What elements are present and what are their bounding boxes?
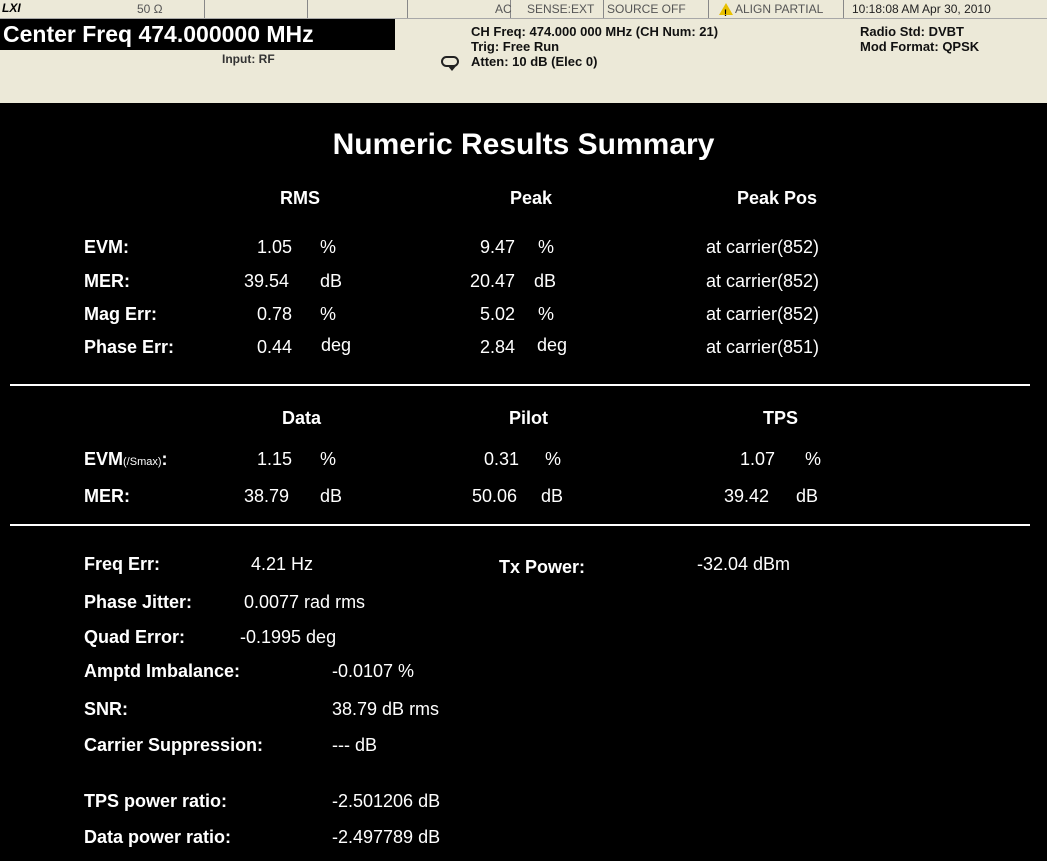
row-label-mer2: MER: xyxy=(84,486,130,506)
col-header-peak: Peak xyxy=(510,188,553,208)
evm-peak-pos: at carrier(852) xyxy=(706,237,820,257)
row-label-mag-err: Mag Err: xyxy=(84,304,158,324)
evm-rms: 1.05 xyxy=(257,237,293,257)
mer-peak: 20.47 xyxy=(470,271,516,291)
data-power-ratio-value: -2.497789 dB xyxy=(332,827,441,847)
mer-peak-unit: dB xyxy=(534,271,557,291)
tps-power-ratio-value: -2.501206 dB xyxy=(332,791,441,811)
divider xyxy=(10,384,1030,386)
evm-rms-unit: % xyxy=(320,237,337,257)
mer-peak-pos: at carrier(852) xyxy=(706,271,820,291)
evm-tps: 1.07 xyxy=(740,449,776,469)
mer-rms-unit: dB xyxy=(320,271,343,291)
ch-freq: CH Freq: 474.000 000 MHz (CH Num: 21) xyxy=(471,24,719,39)
quad-error-label: Quad Error: xyxy=(84,627,186,647)
snr-label: SNR: xyxy=(84,699,128,719)
freq-err-label: Freq Err: xyxy=(84,554,161,574)
tx-power-value: -32.04 dBm xyxy=(697,554,791,574)
evm-pilot: 0.31 xyxy=(484,449,520,469)
divider xyxy=(10,524,1030,526)
data-power-ratio-label: Data power ratio: xyxy=(84,827,232,847)
evm-pilot-unit: % xyxy=(545,449,562,469)
evm-tps-unit: % xyxy=(805,449,822,469)
tps-power-ratio-label: TPS power ratio: xyxy=(84,791,228,811)
phase-err-peak-unit: deg xyxy=(537,335,568,355)
mag-err-peak-unit: % xyxy=(538,304,555,324)
mag-err-peak-pos: at carrier(852) xyxy=(706,304,820,324)
evm-peak: 9.47 xyxy=(480,237,516,257)
radio-info: Radio Std: DVBT Mod Format: QPSK xyxy=(860,24,979,54)
amptd-imbalance-value: -0.0107 % xyxy=(332,661,415,681)
col-header-tps: TPS xyxy=(763,408,799,428)
evm-data-unit: % xyxy=(320,449,337,469)
radio-std: Radio Std: DVBT xyxy=(860,24,964,39)
status-bar: LXI 50 Ω AC SENSE:EXT SOURCE OFF ALIGN P… xyxy=(0,0,1047,22)
mod-format: Mod Format: QPSK xyxy=(860,39,980,54)
mer-pilot: 50.06 xyxy=(472,486,518,506)
input-label: Input: RF xyxy=(222,52,275,66)
mer-pilot-unit: dB xyxy=(541,486,564,506)
datetime: 10:18:08 AM Apr 30, 2010 xyxy=(852,2,991,16)
carrier-suppression-value: --- dB xyxy=(332,735,377,755)
mer-data-unit: dB xyxy=(320,486,343,506)
mer-tps-unit: dB xyxy=(796,486,819,506)
results-panel: Numeric Results Summary RMS Peak Peak Po… xyxy=(0,103,1047,861)
atten: Atten: 10 dB (Elec 0) xyxy=(471,54,598,69)
evm-label: EVM xyxy=(84,449,124,469)
evm-subscript: (/Smax) xyxy=(123,456,162,468)
mer-tps: 39.42 xyxy=(724,486,770,506)
phase-jitter-value: 0.0077 rad rms xyxy=(244,592,366,612)
center-freq[interactable]: Center Freq 474.000000 MHz xyxy=(0,19,395,50)
col-header-data: Data xyxy=(282,408,322,428)
freq-err-value: 4.21 Hz xyxy=(251,554,314,574)
carrier-suppression-label: Carrier Suppression: xyxy=(84,735,264,755)
col-header-peak-pos: Peak Pos xyxy=(737,188,818,208)
mag-err-rms: 0.78 xyxy=(257,304,293,324)
align-status: ALIGN PARTIAL xyxy=(735,2,824,16)
source-indicator: SOURCE OFF xyxy=(604,0,709,18)
mer-data: 38.79 xyxy=(244,486,290,506)
amptd-imbalance-label: Amptd Imbalance: xyxy=(84,661,241,681)
snr-value: 38.79 dB rms xyxy=(332,699,440,719)
page-title: Numeric Results Summary xyxy=(332,128,715,161)
evm-data: 1.15 xyxy=(257,449,293,469)
phase-jitter-label: Phase Jitter: xyxy=(84,592,193,612)
mag-err-peak: 5.02 xyxy=(480,304,516,324)
phase-err-peak: 2.84 xyxy=(480,337,516,357)
row-label-evm: EVM: xyxy=(84,237,129,257)
channel-info: CH Freq: 474.000 000 MHz (CH Num: 21) Tr… xyxy=(471,24,718,69)
impedance-indicator: 50 Ω xyxy=(137,2,163,16)
sense-indicator: SENSE:EXT xyxy=(511,0,604,18)
mer-rms: 39.54 xyxy=(244,271,290,291)
trig-mode: Trig: Free Run xyxy=(471,39,560,54)
evm-colon: : xyxy=(161,449,168,469)
quad-error-value: -0.1995 deg xyxy=(240,627,337,647)
col-header-pilot: Pilot xyxy=(509,408,548,428)
evm-peak-unit: % xyxy=(538,237,555,257)
tx-power-label: Tx Power: xyxy=(499,557,586,577)
mag-err-rms-unit: % xyxy=(320,304,337,324)
col-header-rms: RMS xyxy=(280,188,320,208)
row-label-mer: MER: xyxy=(84,271,130,291)
phase-err-rms: 0.44 xyxy=(257,337,293,357)
phase-err-rms-unit: deg xyxy=(321,335,352,355)
row-label-evm-smax: EVM(/Smax): xyxy=(84,449,168,470)
continuous-sweep-icon xyxy=(441,56,459,71)
warning-icon xyxy=(719,3,733,22)
row-label-phase-err: Phase Err: xyxy=(84,337,175,357)
align-indicator: ALIGN PARTIAL xyxy=(709,0,844,22)
phase-err-peak-pos: at carrier(851) xyxy=(706,337,820,357)
header-panel: LXI 50 Ω AC SENSE:EXT SOURCE OFF ALIGN P… xyxy=(0,0,1047,103)
coupling-indicator: AC xyxy=(408,0,512,18)
